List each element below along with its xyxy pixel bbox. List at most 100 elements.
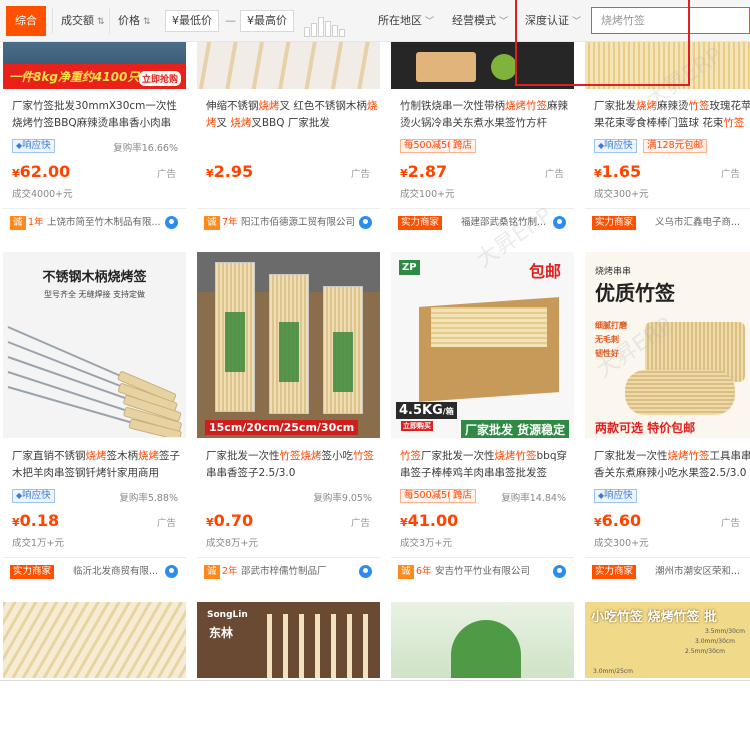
chat-icon[interactable] bbox=[553, 216, 566, 229]
title-highlight: 竹签 bbox=[688, 100, 710, 112]
ad-label: 广告 bbox=[350, 518, 370, 529]
shop-name-link[interactable]: 阳江市佰德源工贸有限公司 bbox=[241, 216, 359, 230]
product-title[interactable]: 竹签厂家批发一次性烧烤竹签bbq穿串签子棒棒鸡羊肉串串签批发签 bbox=[400, 448, 572, 482]
product-title[interactable]: 厂家直销不锈钢烧烤签木柄烧烤签子木把羊肉串签钢钎烤针家用商用 bbox=[12, 448, 184, 482]
ad-label: 广告 bbox=[156, 518, 176, 529]
banner-sizes: 15cm/20cm/25cm/30cm bbox=[205, 420, 359, 435]
chat-icon[interactable] bbox=[165, 216, 178, 229]
banner-slogan: 厂家批发 货源稳定 bbox=[461, 420, 570, 438]
product-card[interactable]: 烧烤串串 优质竹签 细腻打磨 无毛刺 韧性好 两款可选 特价包邮 厂家批发一次性… bbox=[585, 252, 750, 587]
tab-comprehensive[interactable]: 综合 bbox=[6, 6, 46, 36]
product-card[interactable]: 15cm/20cm/25cm/30cm 厂家批发一次性竹签烧烤签小吃竹签串串香签… bbox=[197, 252, 380, 587]
shop-name-link[interactable]: 潮州市潮安区荣和... bbox=[655, 565, 745, 579]
chat-icon[interactable] bbox=[553, 565, 566, 578]
feature-3: 韧性好 bbox=[595, 349, 619, 358]
product-card[interactable]: SongLin 东林 bbox=[197, 602, 380, 678]
product-image[interactable] bbox=[391, 42, 574, 89]
shop-info[interactable]: 诚 7年 阳江市佰德源工贸有限公司 bbox=[197, 208, 380, 236]
title-text: 麻辣烫 bbox=[657, 100, 689, 112]
cross-store-badge: 跨店 bbox=[449, 489, 477, 503]
title-text: 厂家批发 bbox=[594, 100, 636, 112]
product-image[interactable]: 15cm/20cm/25cm/30cm bbox=[197, 252, 380, 438]
product-title[interactable]: 厂家批发一次性烧烤竹签工具串串香关东煮麻辣小吃水果签2.5/3.0 bbox=[594, 448, 750, 482]
product-title[interactable]: 厂家批发烧烤麻辣烫竹签玫瑰花苹果花束零食棒棒门篮球 花束竹签 bbox=[594, 98, 750, 132]
brand-name-en: SongLin bbox=[207, 610, 248, 620]
banner-text: 一件8kg净重约4100只 bbox=[9, 70, 140, 84]
shop-year-icon: 诚 bbox=[10, 216, 26, 230]
product-image[interactable] bbox=[3, 602, 186, 678]
banner-title: 不锈钢木柄烧烤签 bbox=[42, 270, 147, 285]
product-card[interactable]: 一件8kg净重约4100只 立即抢购 厂家竹签批发30mmX30cm一次性烧烤竹… bbox=[3, 42, 186, 242]
weight-value: 4.5KG bbox=[399, 403, 443, 418]
product-price: ¥2.87 bbox=[400, 162, 448, 181]
product-card[interactable]: 厂家批发烧烤麻辣烫竹签玫瑰花苹果花束零食棒棒门篮球 花束竹签 ◆响应快 满128… bbox=[585, 42, 750, 242]
ad-label: 广告 bbox=[350, 169, 370, 180]
shop-info[interactable]: 实力商家 潮州市潮安区荣和... bbox=[585, 557, 750, 585]
product-card[interactable]: 不锈钢木柄烧烤签 型号齐全 无缝焊接 支持定做 厂家直销不锈钢烧烤签木柄烧烤签子… bbox=[3, 252, 186, 587]
verified-merchant-badge: 实力商家 bbox=[592, 565, 637, 579]
product-title[interactable]: 伸缩不锈钢烧烤叉 红色不锈钢木柄烧烤叉 烧烤叉BBQ 厂家批发 bbox=[206, 98, 378, 132]
product-card[interactable] bbox=[3, 602, 186, 678]
product-title[interactable]: 厂家批发一次性竹签烧烤签小吃竹签串串香签子2.5/3.0 bbox=[206, 448, 378, 482]
product-image[interactable] bbox=[585, 42, 750, 89]
skewers-illustration bbox=[7, 326, 182, 437]
product-price: ¥6.60 bbox=[594, 511, 642, 530]
shop-name-link[interactable]: 福建邵武桑铭竹制... bbox=[461, 216, 551, 230]
product-image[interactable] bbox=[197, 42, 380, 89]
product-card[interactable]: 小吃竹签 烧烤竹签 批 3.5mm/30cm 3.0mm/30cm 2.5mm/… bbox=[585, 602, 750, 678]
banner-dimension: 3.0mm/30cm bbox=[695, 638, 736, 645]
shop-years: 1年 bbox=[28, 217, 44, 228]
shop-info[interactable]: 实力商家 临沂北发商贸有限... bbox=[3, 557, 186, 585]
shop-info[interactable]: 诚 1年 上饶市简至竹木制品有限... bbox=[3, 208, 186, 236]
price-value: 0.18 bbox=[19, 511, 60, 530]
max-price-input[interactable]: ¥最高价 bbox=[240, 10, 294, 32]
banner-dimension: 3.5mm/30cm bbox=[705, 628, 746, 635]
shop-name-link[interactable]: 临沂北发商贸有限... bbox=[73, 565, 163, 579]
product-card[interactable]: 伸缩不锈钢烧烤叉 红色不锈钢木柄烧烤叉 烧烤叉BBQ 厂家批发 ¥2.95 广告… bbox=[197, 42, 380, 242]
price-value: 41.00 bbox=[407, 511, 459, 530]
product-image[interactable]: ZP 包邮 4.5KG/箱 立即购买 厂家批发 货源稳定 bbox=[391, 252, 574, 438]
title-highlight: 竹签 bbox=[515, 450, 537, 462]
search-input[interactable]: 烧烤竹签 bbox=[591, 7, 750, 34]
shop-name-link[interactable]: 邵武市梓儒竹制品厂 bbox=[241, 565, 359, 579]
title-text: 厂家竹签批发30mmX30cm一次性烧烤竹签BBQ麻辣烫串串香小肉串 bbox=[12, 100, 177, 129]
fast-response-badge: ◆响应快 bbox=[594, 489, 637, 503]
sort-price-button[interactable]: 价格 ⇅ bbox=[109, 8, 151, 34]
product-title[interactable]: 竹制铁烧串一次性带柄烧烤竹签麻辣烫火锅冷串关东煮水果签竹方杆 bbox=[400, 98, 572, 132]
price-distribution-bars[interactable] bbox=[304, 11, 346, 37]
chat-icon[interactable] bbox=[359, 565, 372, 578]
title-text: 叉BBQ 厂家批发 bbox=[251, 117, 330, 129]
product-image[interactable] bbox=[391, 602, 574, 678]
shop-name-link[interactable]: 安吉竹平竹业有限公司 bbox=[435, 565, 553, 579]
product-card[interactable] bbox=[391, 602, 574, 678]
depth-cert-select[interactable]: 深度认证 ﹀ bbox=[525, 8, 581, 34]
region-select[interactable]: 所在地区 ﹀ bbox=[378, 8, 434, 34]
product-image[interactable]: 烧烤串串 优质竹签 细腻打磨 无毛刺 韧性好 两款可选 特价包邮 bbox=[585, 252, 750, 438]
shop-name-link[interactable]: 义乌市汇鑫电子商... bbox=[655, 216, 745, 230]
title-text: 签小吃 bbox=[321, 450, 354, 462]
shop-info[interactable]: 诚 2年 邵武市梓儒竹制品厂 bbox=[197, 557, 380, 585]
chat-icon[interactable] bbox=[359, 216, 372, 229]
shop-info[interactable]: 实力商家 义乌市汇鑫电子商... bbox=[585, 208, 750, 236]
product-image[interactable]: 不锈钢木柄烧烤签 型号齐全 无缝焊接 支持定做 bbox=[3, 252, 186, 438]
product-image[interactable]: SongLin 东林 bbox=[197, 602, 380, 678]
shop-info[interactable]: 诚 6年 安吉竹平竹业有限公司 bbox=[391, 557, 574, 585]
product-image[interactable]: 一件8kg净重约4100只 立即抢购 bbox=[3, 42, 186, 89]
chat-icon[interactable] bbox=[165, 565, 178, 578]
title-highlight: 烧烤 bbox=[230, 117, 252, 129]
badge-label: 响应快 bbox=[604, 490, 633, 501]
product-title[interactable]: 厂家竹签批发30mmX30cm一次性烧烤竹签BBQ麻辣烫串串香小肉串 bbox=[12, 98, 184, 132]
shop-year-icon: 诚 bbox=[204, 565, 220, 579]
shop-info[interactable]: 实力商家 福建邵武桑铭竹制... bbox=[391, 208, 574, 236]
repurchase-rate: 复购率5.88% bbox=[119, 493, 178, 504]
sort-sales-button[interactable]: 成交额 ⇅ bbox=[52, 8, 105, 34]
ad-label: 广告 bbox=[156, 169, 176, 180]
min-price-input[interactable]: ¥最低价 bbox=[165, 10, 219, 32]
shop-name-link[interactable]: 上饶市简至竹木制品有限... bbox=[47, 216, 165, 230]
product-card[interactable]: 竹制铁烧串一次性带柄烧烤竹签麻辣烫火锅冷串关东煮水果签竹方杆 每500减50 跨… bbox=[391, 42, 574, 242]
mode-select[interactable]: 经营模式 ﹀ bbox=[452, 8, 508, 34]
buy-now-badge: 立即购买 bbox=[401, 421, 433, 431]
ad-label: 广告 bbox=[720, 169, 740, 180]
product-image[interactable]: 小吃竹签 烧烤竹签 批 3.5mm/30cm 3.0mm/30cm 2.5mm/… bbox=[585, 602, 750, 678]
product-card[interactable]: ZP 包邮 4.5KG/箱 立即购买 厂家批发 货源稳定 竹签厂家批发一次性烧烤… bbox=[391, 252, 574, 587]
